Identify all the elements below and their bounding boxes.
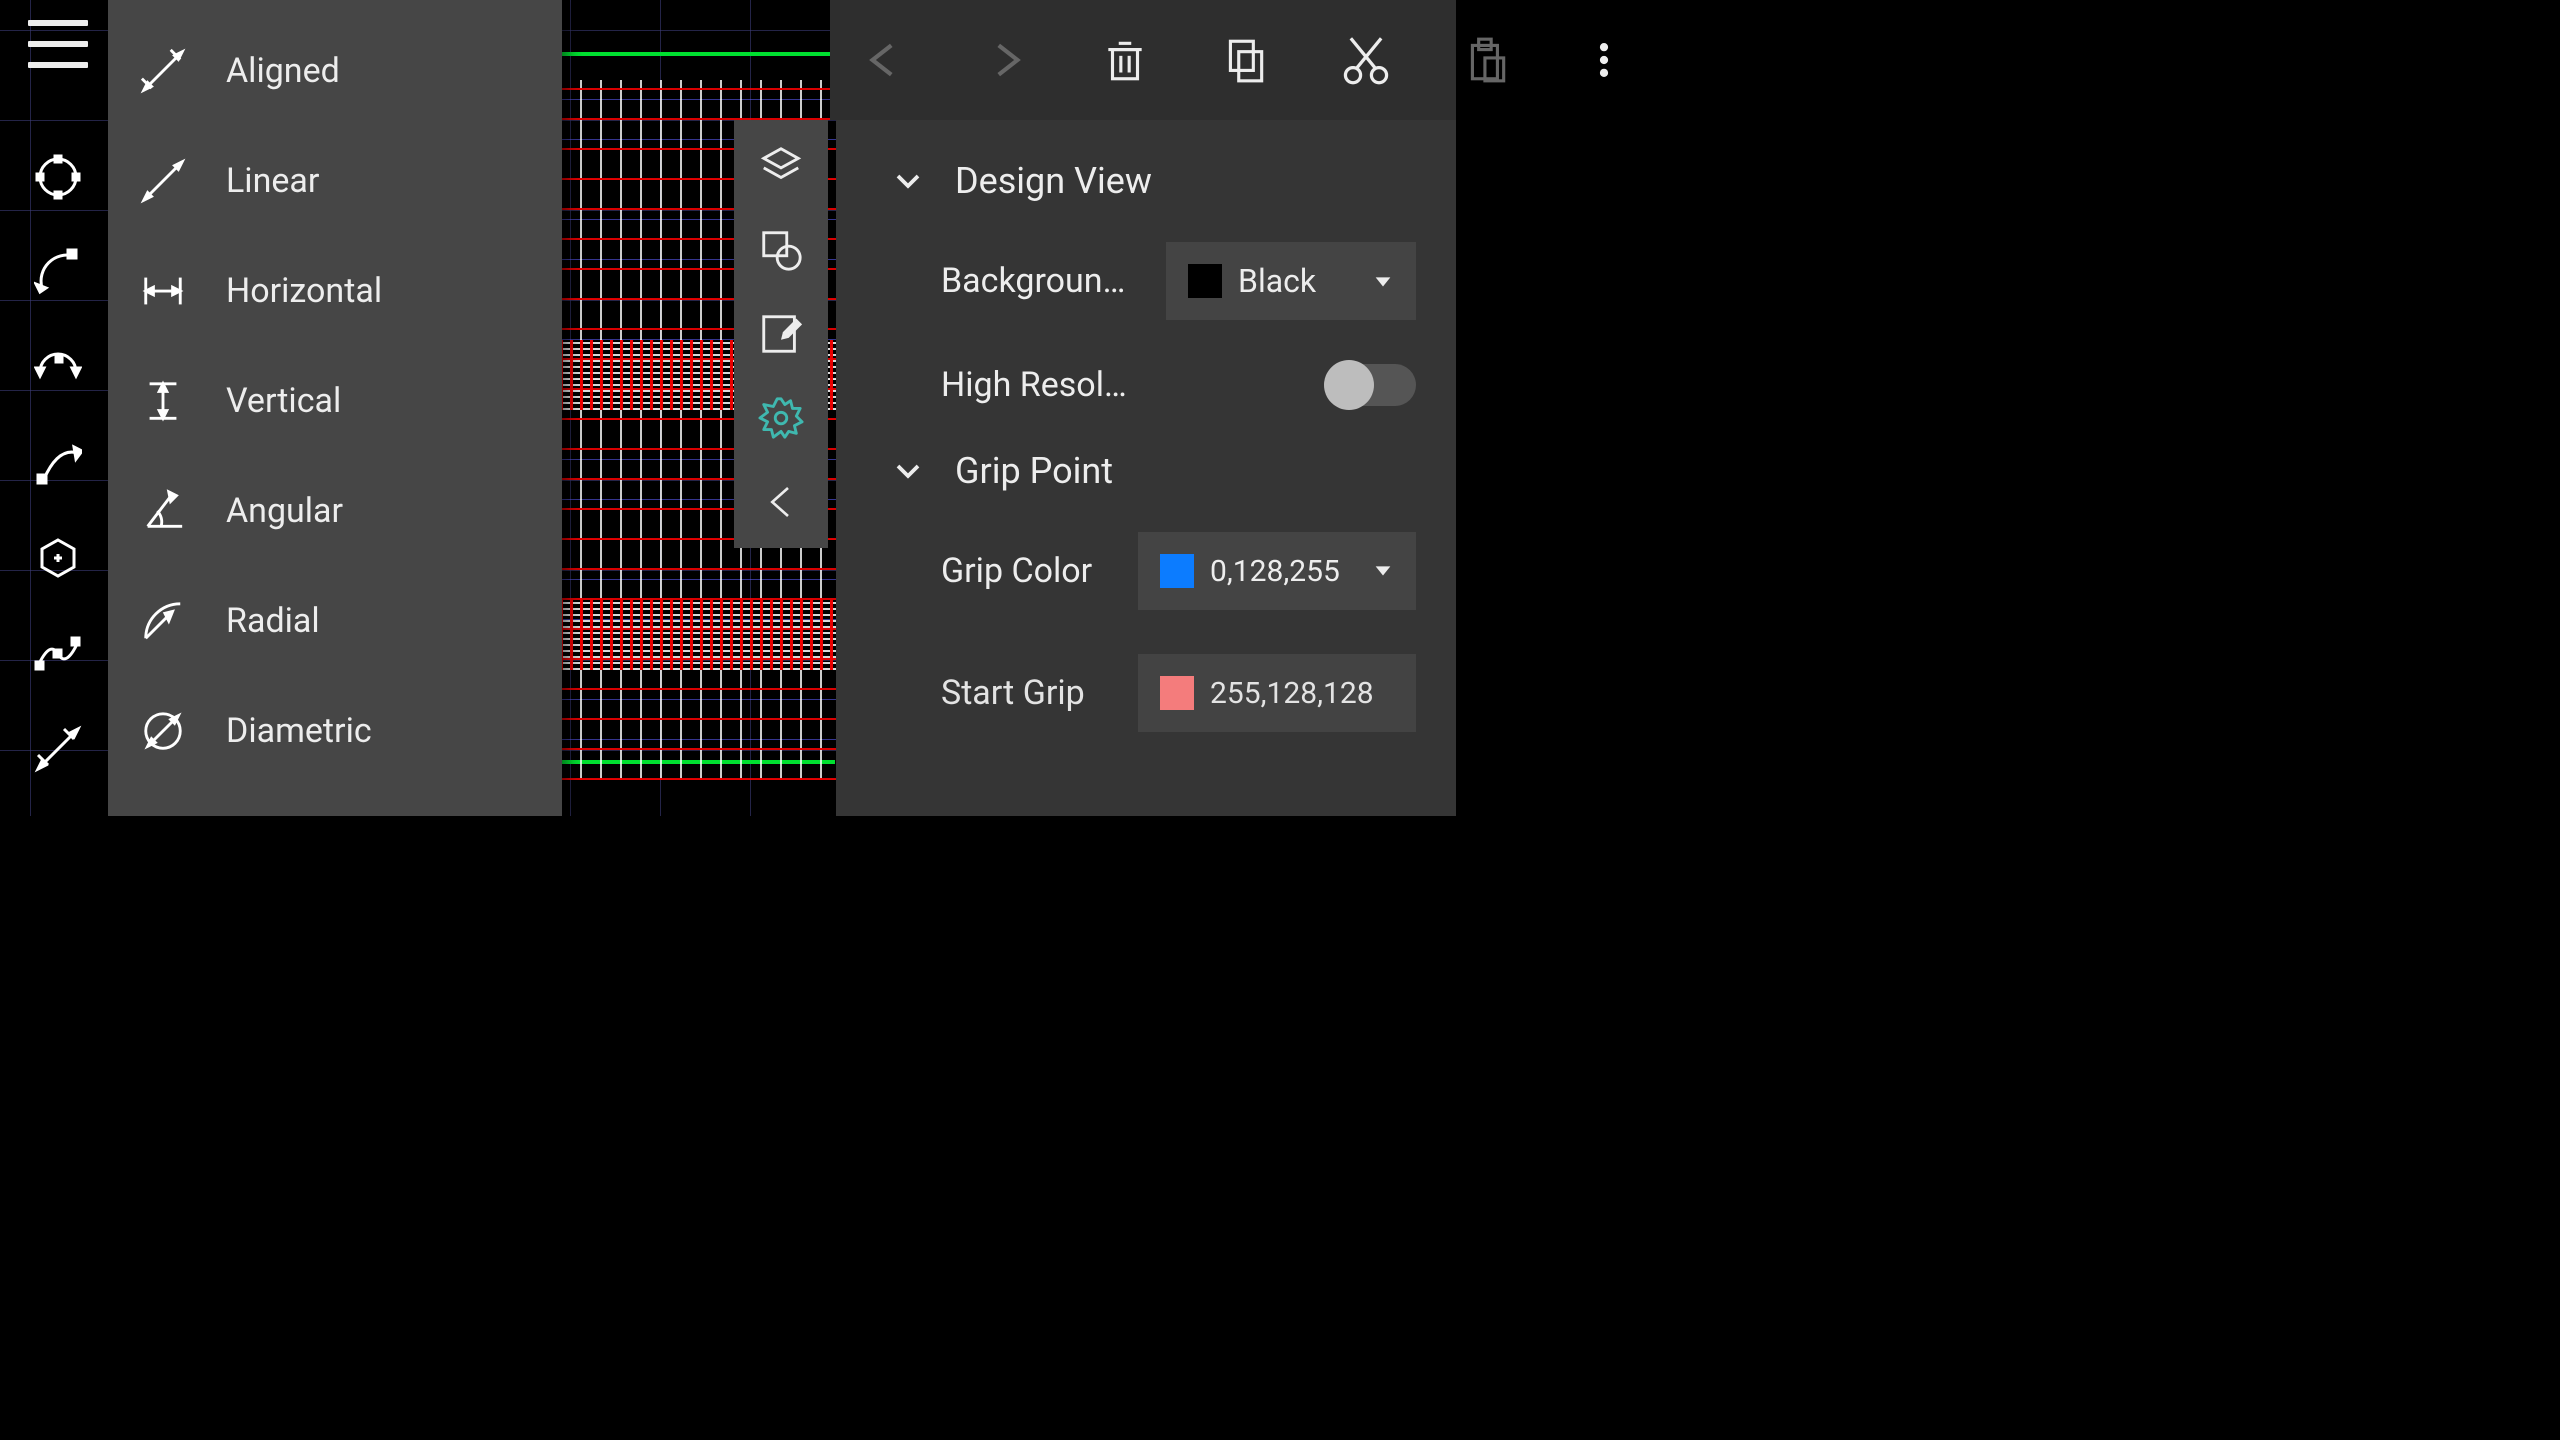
delete-button[interactable]	[1100, 32, 1150, 88]
view-toolbar	[734, 120, 828, 548]
dimension-item-label: Linear	[226, 161, 319, 201]
dimension-linear[interactable]: Linear	[138, 135, 532, 227]
dimension-vertical[interactable]: Vertical	[138, 355, 532, 447]
dimension-item-label: Radial	[226, 601, 320, 641]
section-title: Grip Point	[955, 450, 1113, 492]
background-swatch	[1188, 264, 1222, 298]
aligned-icon	[138, 46, 188, 96]
rotate-tool-icon[interactable]	[28, 339, 88, 396]
dimension-diametric[interactable]: Diametric	[138, 685, 532, 777]
dimension-item-label: Horizontal	[226, 271, 382, 311]
undo-button[interactable]	[860, 32, 910, 88]
hexagon-tool-icon[interactable]	[28, 530, 88, 587]
background-label: Backgroun…	[941, 261, 1125, 301]
dropdown-caret-icon	[1372, 262, 1394, 300]
start-grip-swatch	[1160, 676, 1194, 710]
collapse-icon[interactable]	[757, 478, 805, 526]
shapes-icon[interactable]	[757, 226, 805, 274]
top-toolbar	[830, 0, 1456, 120]
chevron-down-icon	[891, 454, 925, 488]
dimension-radial[interactable]: Radial	[138, 575, 532, 667]
grip-color-value: 0,128,255	[1210, 554, 1340, 589]
dimension-tool-icon[interactable]	[28, 721, 88, 778]
vertical-icon	[138, 376, 188, 426]
dimension-angular[interactable]: Angular	[138, 465, 532, 557]
dimension-menu: Aligned Linear Horizontal Vertical Angul…	[108, 0, 562, 816]
dimension-item-label: Aligned	[226, 51, 340, 91]
section-title: Design View	[955, 160, 1152, 202]
dimension-aligned[interactable]: Aligned	[138, 25, 532, 117]
dimension-item-label: Diametric	[226, 711, 372, 751]
copy-button[interactable]	[1220, 32, 1270, 88]
dimension-horizontal[interactable]: Horizontal	[138, 245, 532, 337]
diametric-icon	[138, 706, 188, 756]
grip-color-swatch	[1160, 554, 1194, 588]
polyline-tool-icon[interactable]	[28, 434, 88, 491]
dimension-item-label: Vertical	[226, 381, 341, 421]
grip-color-label: Grip Color	[941, 551, 1092, 591]
paste-button[interactable]	[1462, 32, 1512, 88]
dimension-item-label: Angular	[226, 491, 343, 531]
background-value: Black	[1238, 262, 1316, 300]
cut-button[interactable]	[1340, 32, 1392, 88]
angular-icon	[138, 486, 188, 536]
grip-point-header[interactable]: Grip Point	[891, 450, 1416, 492]
edit-icon[interactable]	[757, 310, 805, 358]
design-view-header[interactable]: Design View	[891, 160, 1416, 202]
start-grip-select[interactable]: 255,128,128	[1138, 654, 1416, 732]
settings-panel: Design View Backgroun… Black High Resol……	[836, 120, 1456, 816]
start-grip-label: Start Grip	[941, 673, 1085, 713]
redo-button[interactable]	[980, 32, 1030, 88]
spline-tool-icon[interactable]	[28, 625, 88, 682]
horizontal-icon	[138, 266, 188, 316]
grip-color-select[interactable]: 0,128,255	[1138, 532, 1416, 610]
background-select[interactable]: Black	[1166, 242, 1416, 320]
left-tool-strip	[0, 0, 115, 816]
highres-label: High Resol…	[941, 365, 1127, 405]
menu-icon[interactable]	[28, 20, 88, 68]
circle-tool-icon[interactable]	[28, 148, 88, 205]
start-grip-value: 255,128,128	[1210, 676, 1374, 711]
layers-icon[interactable]	[757, 142, 805, 190]
highres-toggle[interactable]	[1326, 364, 1416, 406]
settings-icon[interactable]	[757, 394, 805, 442]
linear-icon	[138, 156, 188, 206]
radial-icon	[138, 596, 188, 646]
dropdown-caret-icon	[1372, 554, 1394, 589]
chevron-down-icon	[891, 164, 925, 198]
arc-tool-icon[interactable]	[28, 243, 88, 300]
more-menu-icon[interactable]	[1582, 32, 1626, 88]
